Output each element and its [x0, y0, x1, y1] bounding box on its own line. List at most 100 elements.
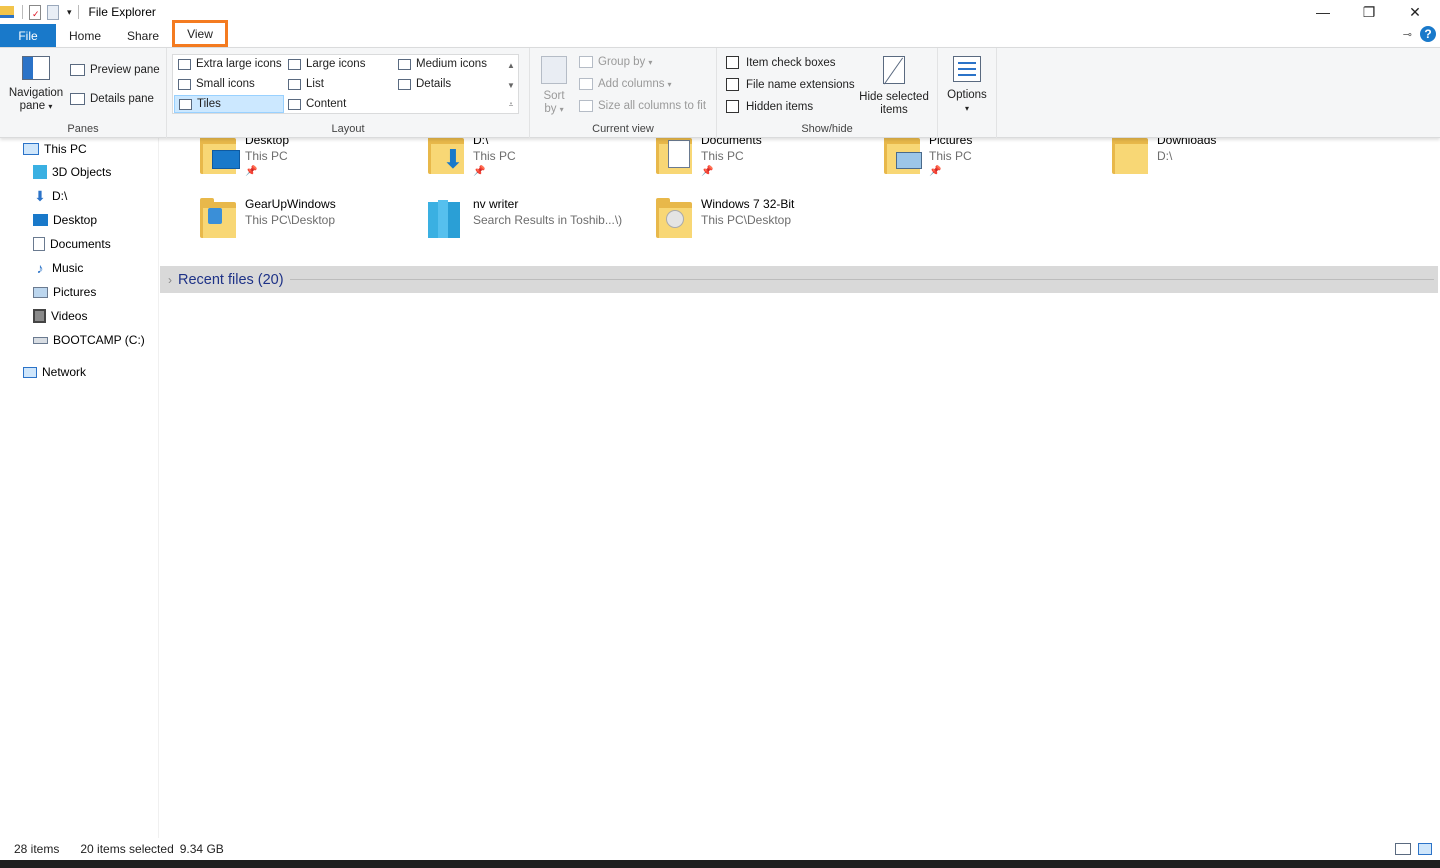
show-hide-group: Item check boxes File name extensions Hi… [717, 48, 938, 138]
tab-file[interactable]: File [0, 24, 56, 47]
sort-by-label: Sort [543, 90, 565, 102]
layout-large-icons[interactable]: Large icons [284, 55, 394, 73]
preview-pane-icon [70, 64, 85, 76]
taskbar [0, 860, 1440, 868]
hidden-items-checkbox[interactable] [726, 100, 739, 113]
list-icon [288, 78, 301, 90]
nav-item-network[interactable]: Network [23, 361, 86, 383]
nav-item-bootcamp-drive[interactable]: BOOTCAMP (C:) [33, 329, 145, 351]
details-view-icon[interactable] [1395, 843, 1411, 855]
tile-d-drive[interactable]: ⬇ D:\ This PC 📌 [426, 132, 646, 188]
hide-selected-label-2: items [880, 104, 908, 116]
content-area: Desktop This PC 📌 ⬇ D:\ This PC 📌 Docume… [160, 133, 1440, 838]
layout-medium-icons[interactable]: Medium icons [394, 55, 504, 73]
pin-ribbon-icon[interactable]: ⊸ [1403, 28, 1412, 41]
layout-label: Extra large icons [196, 58, 282, 70]
chevron-down-icon: ▾ [667, 79, 672, 89]
maximize-button[interactable]: ❐ [1346, 0, 1392, 24]
tab-home[interactable]: Home [56, 24, 114, 47]
nav-item-3d-objects[interactable]: 3D Objects [33, 161, 111, 183]
layout-extra-large-icons[interactable]: Extra large icons [174, 55, 284, 73]
tile-pictures[interactable]: Pictures This PC 📌 [882, 132, 1102, 188]
tile-nv-writer[interactable]: nv writer Search Results in Toshib...\) [426, 196, 646, 252]
hide-selected-items-button[interactable]: Hide selected items [857, 56, 931, 117]
documents-folder-icon [654, 132, 694, 178]
new-folder-icon[interactable] [47, 4, 59, 20]
layout-label: List [306, 78, 324, 90]
desktop-icon [33, 214, 48, 226]
group-by-icon [579, 56, 593, 68]
gallery-expand-icon[interactable]: ⩡ [504, 95, 518, 115]
tile-documents[interactable]: Documents This PC 📌 [654, 132, 874, 188]
sort-by-button[interactable]: Sort by ▾ [538, 56, 570, 116]
large-icons-view-icon[interactable] [1418, 843, 1432, 855]
medium-icons-icon [398, 58, 411, 70]
tile-gearupwindows[interactable]: GearUpWindows This PC\Desktop [198, 196, 418, 252]
hidden-items-label: Hidden items [746, 100, 814, 113]
tab-share[interactable]: Share [114, 24, 172, 47]
file-explorer-icon[interactable] [0, 6, 14, 18]
folder-icon [198, 196, 238, 242]
gallery-scroll-down-icon[interactable]: ▼ [504, 75, 518, 95]
nav-label: Pictures [53, 285, 97, 299]
add-columns-button[interactable]: Add columns ▾ [579, 78, 672, 90]
help-icon[interactable]: ? [1420, 26, 1436, 42]
tile-location: This PC\Desktop [245, 213, 336, 227]
close-button[interactable]: ✕ [1392, 0, 1438, 24]
pin-icon: 📌 [929, 166, 942, 177]
size-all-columns-button[interactable]: Size all columns to fit [579, 100, 706, 112]
chevron-down-icon: ▾ [48, 102, 53, 111]
ribbon: Navigation pane ▾ Preview pane Details p… [0, 47, 1440, 138]
chevron-right-icon[interactable]: › [168, 273, 172, 287]
recent-files-group-header[interactable]: › Recent files (20) [160, 266, 1438, 293]
properties-icon[interactable]: ✓ [29, 4, 41, 20]
nav-item-pictures[interactable]: Pictures [33, 281, 96, 303]
nav-item-videos[interactable]: Videos [33, 305, 87, 327]
preview-pane-label: Preview pane [90, 64, 160, 76]
layout-tiles[interactable]: Tiles [174, 95, 284, 113]
hide-selected-icon [883, 56, 905, 85]
tile-location: D:\ [1157, 149, 1173, 163]
panes-group-label: Panes [67, 123, 99, 135]
nav-label: Network [42, 365, 87, 379]
gallery-scroll-up-icon[interactable]: ▲ [504, 55, 518, 75]
hidden-items-toggle[interactable]: Hidden items [726, 100, 813, 113]
item-check-boxes-toggle[interactable]: Item check boxes [726, 56, 835, 69]
pin-icon: 📌 [701, 166, 714, 177]
preview-pane-button[interactable]: Preview pane [70, 64, 160, 76]
minimize-button[interactable]: — [1300, 0, 1346, 24]
show-hide-group-label: Show/hide [801, 123, 853, 135]
tile-downloads[interactable]: Downloads D:\ [1110, 132, 1330, 188]
file-name-extensions-checkbox[interactable] [726, 78, 739, 91]
item-check-boxes-checkbox[interactable] [726, 56, 739, 69]
options-button[interactable]: Options ▾ [942, 56, 992, 115]
layout-list[interactable]: List [284, 75, 394, 93]
nav-item-music[interactable]: ♪ Music [33, 257, 84, 279]
customize-toolbar-chevron-icon[interactable]: ▾ [67, 7, 72, 18]
add-columns-icon [579, 78, 593, 90]
details-pane-button[interactable]: Details pane [70, 93, 154, 105]
nav-item-desktop[interactable]: Desktop [33, 209, 97, 231]
extra-large-icons-icon [178, 58, 191, 70]
group-by-button[interactable]: Group by ▾ [579, 56, 652, 68]
tile-windows-7-32-bit[interactable]: Windows 7 32-Bit This PC\Desktop [654, 196, 874, 252]
recent-files-label: Recent files (20) [178, 271, 284, 288]
ribbon-tabs: File Home Share View ⊸ ? [0, 20, 1440, 47]
nav-item-documents[interactable]: Documents [33, 233, 111, 255]
layout-content[interactable]: Content [284, 95, 394, 113]
navigation-pane-button[interactable]: Navigation pane ▾ [5, 56, 67, 113]
tile-location: This PC\Desktop [701, 213, 792, 227]
desktop-folder-icon [198, 132, 240, 178]
selected-count: 20 items selected [80, 842, 174, 856]
size-columns-label: Size all columns to fit [598, 100, 707, 112]
tile-desktop[interactable]: Desktop This PC 📌 [198, 132, 418, 188]
nav-label: Desktop [53, 213, 98, 227]
layout-small-icons[interactable]: Small icons [174, 75, 284, 93]
file-name-extensions-toggle[interactable]: File name extensions [726, 78, 855, 91]
tile-location: This PC [701, 149, 744, 163]
nav-item-this-pc[interactable]: This PC [23, 138, 87, 160]
layout-details[interactable]: Details [394, 75, 504, 93]
layout-label: Small icons [196, 78, 255, 90]
nav-item-d-drive[interactable]: ⬇ D:\ [33, 185, 67, 207]
tab-view[interactable]: View [172, 20, 228, 47]
